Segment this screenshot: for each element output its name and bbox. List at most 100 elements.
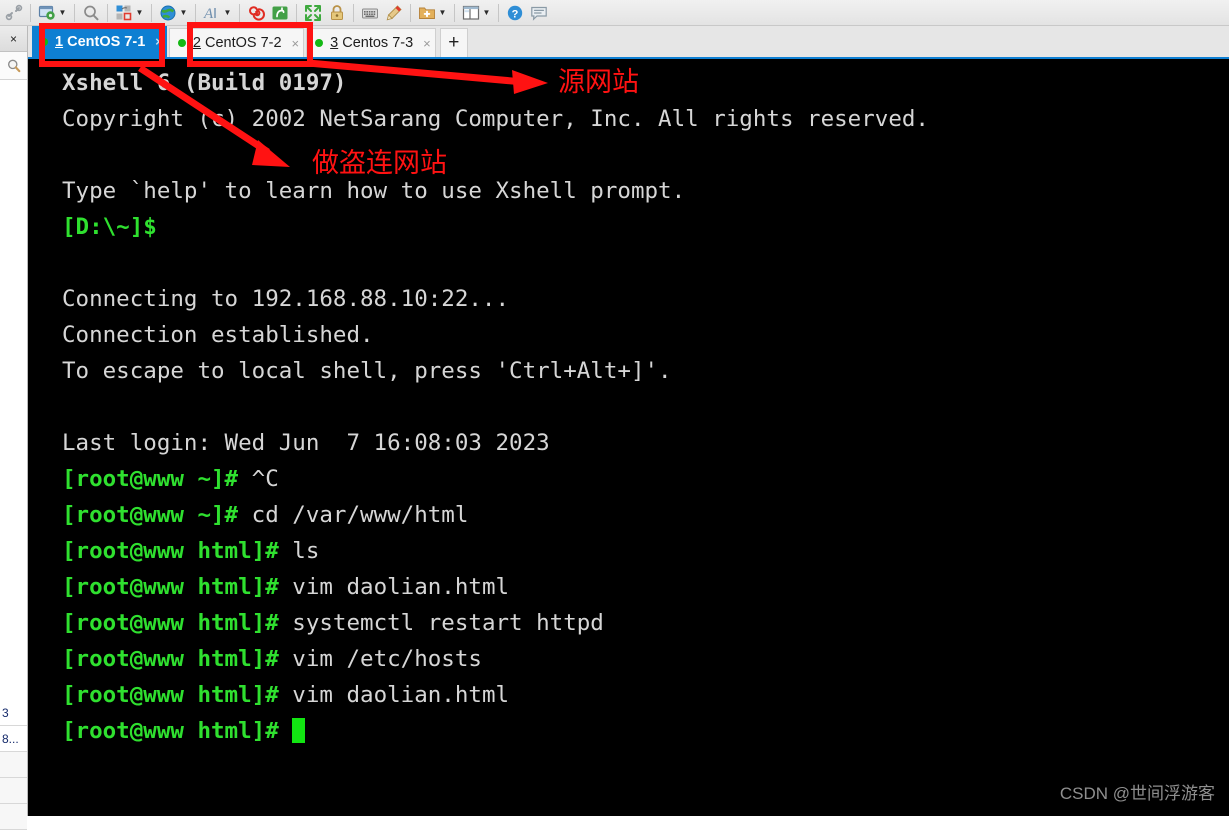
- toolbar-button-feedback[interactable]: [527, 1, 551, 25]
- watermark: CSDN @世间浮游客: [1059, 784, 1215, 803]
- terminal-line: Last login: Wed Jun 7 16:08:03 2023: [62, 425, 929, 461]
- terminal-line: [root@www ~]# ^C: [62, 461, 929, 497]
- feedback-icon: [529, 3, 549, 23]
- toolbar-button-new-folder[interactable]: ▼: [415, 1, 450, 25]
- terminal-text: ^C: [251, 466, 279, 492]
- toolbar-separator: [74, 3, 75, 22]
- close-icon[interactable]: ×: [292, 37, 300, 50]
- terminal-text: [root@www html]#: [62, 574, 293, 600]
- chevron-down-icon[interactable]: ▼: [437, 3, 448, 23]
- toolbar-button-layout[interactable]: ▼: [459, 1, 494, 25]
- keyboard-icon: [360, 3, 380, 23]
- tab-index: 3: [330, 35, 339, 51]
- tab-centos-7-3[interactable]: 3 Centos 7-3 ×: [306, 28, 436, 57]
- tab-title: Centos 7-3: [338, 35, 414, 51]
- help-icon: ?: [505, 3, 525, 23]
- tab-label: 2 CentOS 7-2: [193, 35, 282, 51]
- left-dock-header: ×: [0, 26, 27, 52]
- transfer-file-icon: [114, 3, 134, 23]
- toolbar-button-fullscreen[interactable]: [301, 1, 325, 25]
- lock-icon: [327, 3, 347, 23]
- toolbar-button-link-chain[interactable]: [2, 1, 26, 25]
- list-item[interactable]: [0, 778, 27, 804]
- tab-centos-7-1[interactable]: 1 CentOS 7-1 ×: [32, 26, 167, 57]
- terminal-cursor: [292, 718, 306, 743]
- list-item[interactable]: [0, 804, 27, 830]
- toolbar-separator: [30, 3, 31, 22]
- toolbar-button-search[interactable]: [79, 1, 103, 25]
- terminal-text: [root@www html]#: [62, 646, 293, 672]
- terminal-text: Copyright (c) 2002 NetSarang Computer, I…: [62, 106, 929, 132]
- tab-underline: [28, 57, 1229, 59]
- tab-label: 3 Centos 7-3: [330, 35, 413, 51]
- search-icon: [81, 3, 101, 23]
- chevron-down-icon[interactable]: ▼: [222, 3, 233, 23]
- svg-text:?: ?: [512, 8, 519, 20]
- new-tab-button[interactable]: +: [439, 28, 468, 57]
- font-icon: A: [202, 3, 222, 23]
- toolbar-separator: [195, 3, 196, 22]
- terminal-text: [root@www ~]#: [62, 466, 252, 492]
- list-item[interactable]: 8...: [0, 726, 27, 752]
- toolbar-separator: [498, 3, 499, 22]
- toolbar-separator: [454, 3, 455, 22]
- left-dock-search[interactable]: [0, 52, 27, 80]
- terminal-line: [root@www html]# vim daolian.html: [62, 677, 929, 713]
- fullscreen-icon: [303, 3, 323, 23]
- toolbar-button-globe[interactable]: ▼: [156, 1, 191, 25]
- list-item[interactable]: [0, 752, 27, 778]
- toolbar-button-lock[interactable]: [325, 1, 349, 25]
- terminal-line: To escape to local shell, press 'Ctrl+Al…: [62, 353, 929, 389]
- toolbar-separator: [151, 3, 152, 22]
- tab-title: CentOS 7-1: [63, 33, 146, 50]
- terminal-line: [root@www html]# vim /etc/hosts: [62, 641, 929, 677]
- terminal-text: vim daolian.html: [292, 682, 510, 708]
- left-dock-panel: × 3 8...: [0, 26, 28, 830]
- terminal-output-area[interactable]: Xshell 6 (Build 0197) Copyright (c) 2002 …: [28, 59, 1229, 816]
- terminal-text: [root@www html]#: [62, 610, 293, 636]
- terminal-line: [root@www html]# ls: [62, 533, 929, 569]
- close-icon[interactable]: ×: [423, 37, 431, 50]
- main-toolbar: ▼ ▼ ▼ A ▼ ▼ ▼ ?: [0, 0, 1229, 26]
- terminal-text: [root@www html]#: [62, 538, 293, 564]
- chevron-down-icon[interactable]: ▼: [134, 3, 145, 23]
- terminal-text: vim daolian.html: [292, 574, 510, 600]
- terminal-text: [root@www html]#: [62, 682, 293, 708]
- chevron-down-icon[interactable]: ▼: [178, 3, 189, 23]
- layout-icon: [461, 3, 481, 23]
- chevron-down-icon[interactable]: ▼: [481, 3, 492, 23]
- status-dot-icon: [315, 39, 324, 47]
- toolbar-button-xftp[interactable]: [268, 1, 292, 25]
- terminal-text: Connecting to 192.168.88.10:22...: [62, 286, 510, 312]
- toolbar-button-keyboard[interactable]: [358, 1, 382, 25]
- terminal-line: Connecting to 192.168.88.10:22...: [62, 281, 929, 317]
- toolbar-button-highlight-pen[interactable]: [382, 1, 406, 25]
- list-item[interactable]: 3: [0, 700, 27, 726]
- terminal-text: To escape to local shell, press 'Ctrl+Al…: [62, 358, 672, 384]
- toolbar-separator: [410, 3, 411, 22]
- left-dock-body: [0, 80, 27, 700]
- terminal-text: [root@www ~]#: [62, 502, 252, 528]
- terminal-line: [root@www ~]# cd /var/www/html: [62, 497, 929, 533]
- terminal-line: [root@www html]# vim daolian.html: [62, 569, 929, 605]
- toolbar-button-spiral[interactable]: [244, 1, 268, 25]
- new-folder-icon: [417, 3, 437, 23]
- toolbar-button-transfer-file[interactable]: ▼: [112, 1, 147, 25]
- tab-centos-7-2[interactable]: 2 CentOS 7-2 ×: [168, 28, 305, 57]
- toolbar-button-help[interactable]: ?: [503, 1, 527, 25]
- toolbar-separator: [353, 3, 354, 22]
- terminal-line: [root@www html]# systemctl restart httpd: [62, 605, 929, 641]
- session-properties-icon: [37, 3, 57, 23]
- magnifier-icon: [7, 59, 20, 72]
- terminal-line: [D:\~]$: [62, 209, 929, 245]
- close-icon[interactable]: ×: [155, 35, 163, 48]
- toolbar-button-font[interactable]: A ▼: [200, 1, 235, 25]
- close-icon[interactable]: ×: [10, 33, 17, 45]
- toolbar-button-session-properties[interactable]: ▼: [35, 1, 70, 25]
- terminal-text: Connection established.: [62, 322, 374, 348]
- chevron-down-icon[interactable]: ▼: [57, 3, 68, 23]
- highlight-pen-icon: [384, 3, 404, 23]
- terminal-text: Type `help' to learn how to use Xshell p…: [62, 178, 686, 204]
